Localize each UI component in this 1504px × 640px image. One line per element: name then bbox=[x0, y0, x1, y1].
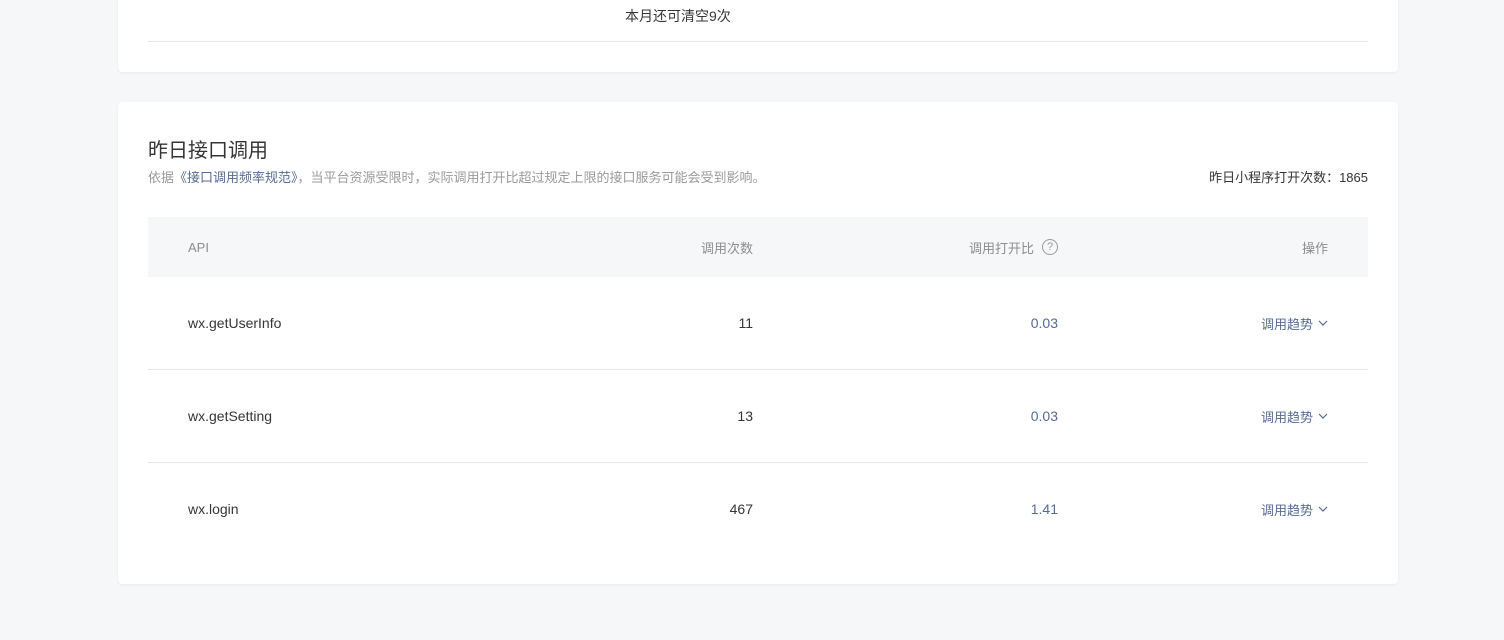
chevron-down-icon bbox=[1318, 506, 1328, 512]
table-row: wx.getSetting 13 0.03 调用趋势 bbox=[148, 370, 1368, 463]
call-trend-cell: 调用趋势 bbox=[1261, 370, 1328, 462]
call-trend-link[interactable]: 调用趋势 bbox=[1261, 500, 1328, 519]
call-open-ratio: 0.03 bbox=[1030, 408, 1058, 424]
call-trend-label: 调用趋势 bbox=[1260, 409, 1313, 425]
call-trend-link[interactable]: 调用趋势 bbox=[1261, 407, 1328, 426]
description-suffix: ，当平台资源受限时，实际调用打开比超过规定上限的接口服务可能会受到影响。 bbox=[297, 170, 766, 185]
call-open-ratio: 0.03 bbox=[1030, 315, 1058, 331]
table-row: wx.getUserInfo 11 0.03 调用趋势 bbox=[148, 277, 1368, 370]
call-trend-cell: 调用趋势 bbox=[1261, 277, 1328, 369]
call-trend-link[interactable]: 调用趋势 bbox=[1261, 314, 1328, 333]
call-count: 11 bbox=[738, 315, 753, 331]
call-trend-label: 调用趋势 bbox=[1260, 316, 1313, 332]
frequency-spec-link[interactable]: 《接口调用频率规范》 bbox=[174, 170, 298, 185]
open-count-stat: 昨日小程序打开次数：1865 bbox=[1209, 170, 1368, 185]
table-header: API 调用次数 调用打开比 ? 操作 bbox=[148, 217, 1368, 277]
description-prefix: 依据 bbox=[148, 170, 175, 185]
call-count: 467 bbox=[729, 501, 753, 517]
table-row: wx.login 467 1.41 调用趋势 bbox=[148, 463, 1368, 555]
section-title: 昨日接口调用 bbox=[148, 140, 268, 162]
clear-quota-text: 本月还可清空9次 bbox=[625, 8, 731, 24]
api-name: wx.login bbox=[188, 501, 239, 517]
header-ratio-label: 调用打开比 bbox=[968, 240, 1034, 256]
chevron-down-icon bbox=[1318, 413, 1328, 419]
chevron-down-icon bbox=[1318, 320, 1328, 326]
call-open-ratio: 1.41 bbox=[1030, 501, 1058, 517]
header-call-count: 调用次数 bbox=[700, 240, 753, 256]
section-divider bbox=[148, 41, 1368, 42]
interface-calls-card: 昨日接口调用 依据《接口调用频率规范》，当平台资源受限时，实际调用打开比超过规定… bbox=[118, 102, 1398, 584]
api-name: wx.getSetting bbox=[188, 408, 273, 424]
previous-section-card: 本月还可清空9次 bbox=[118, 0, 1398, 72]
call-count: 13 bbox=[737, 408, 753, 424]
header-action: 操作 bbox=[1301, 240, 1328, 256]
help-icon[interactable]: ? bbox=[1042, 239, 1058, 255]
api-name: wx.getUserInfo bbox=[188, 315, 282, 331]
call-trend-cell: 调用趋势 bbox=[1261, 463, 1328, 555]
header-api: API bbox=[188, 239, 209, 255]
api-call-table: API 调用次数 调用打开比 ? 操作 wx.getUserInfo 11 0.… bbox=[148, 217, 1368, 555]
section-description: 依据《接口调用频率规范》，当平台资源受限时，实际调用打开比超过规定上限的接口服务… bbox=[148, 167, 766, 186]
header-call-open-ratio: 调用打开比 ? bbox=[969, 217, 1058, 277]
call-trend-label: 调用趋势 bbox=[1260, 502, 1313, 518]
